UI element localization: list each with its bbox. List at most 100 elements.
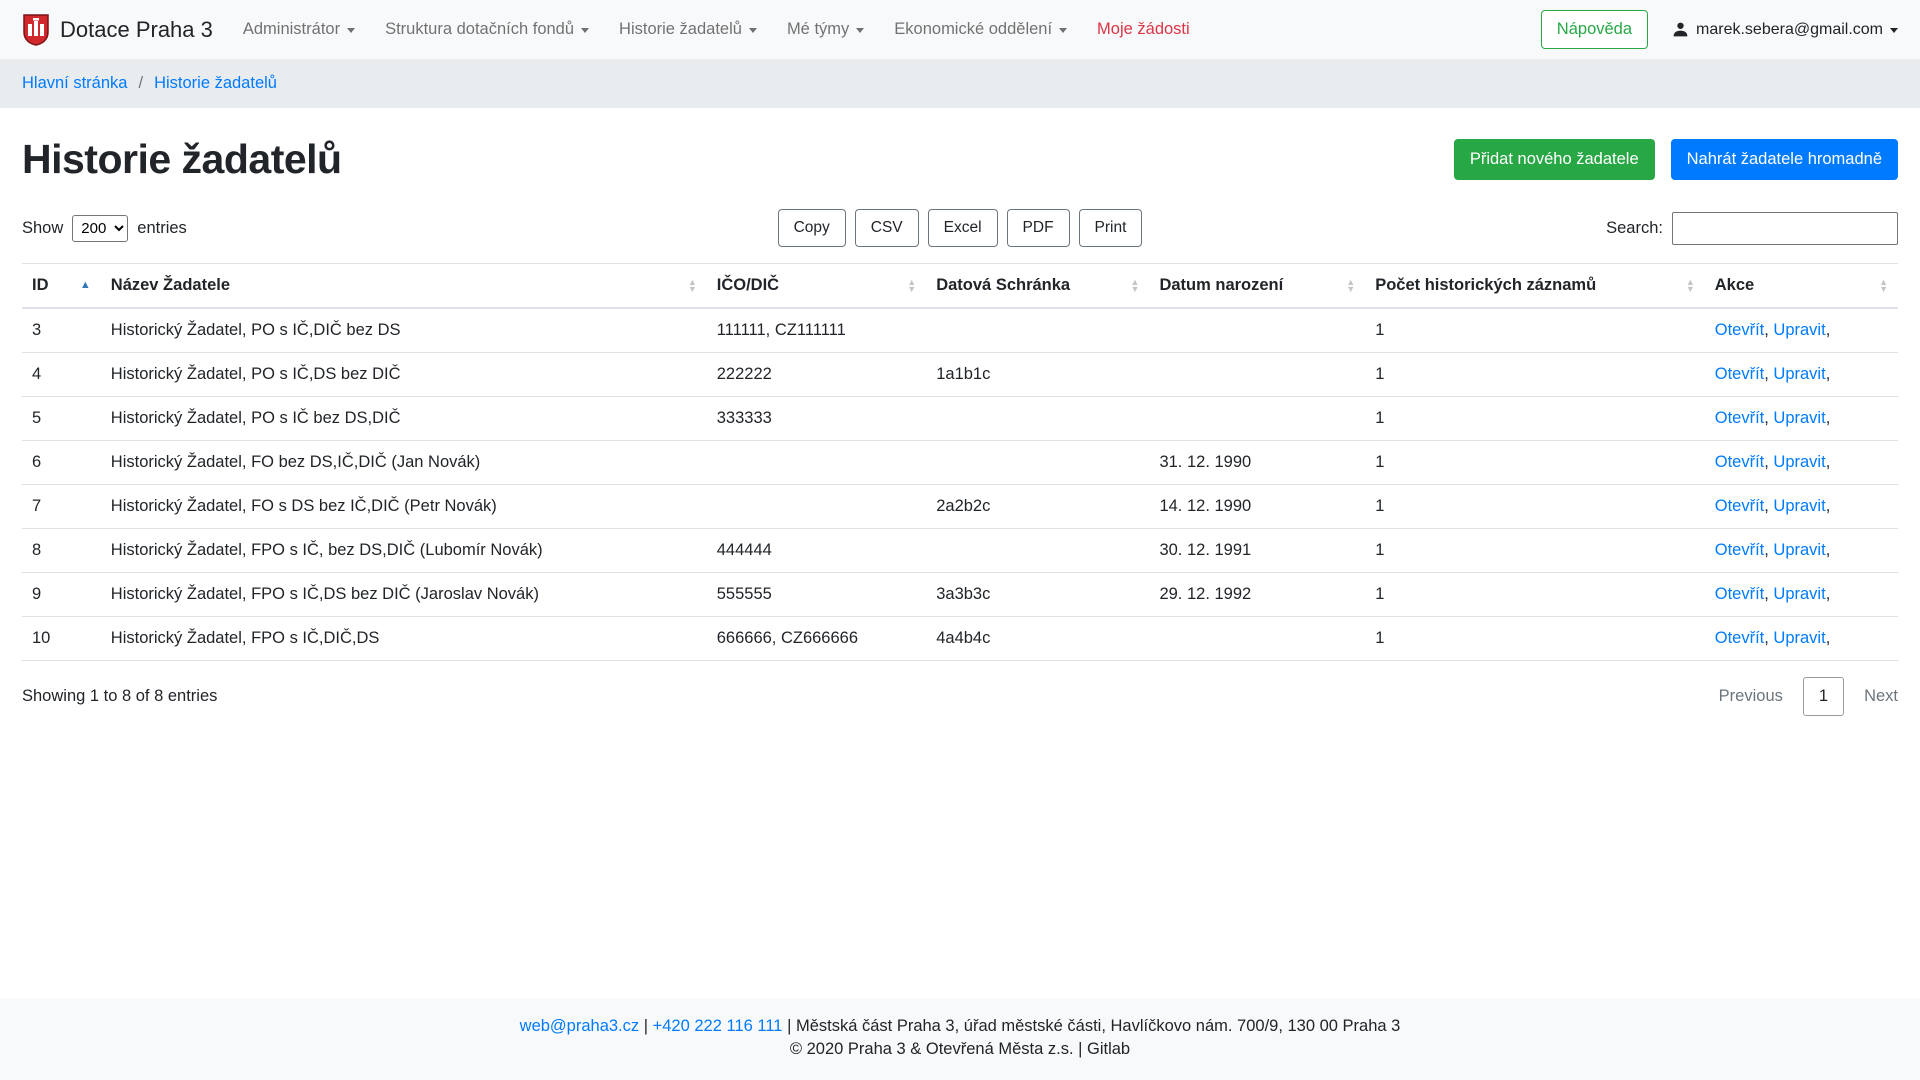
otevrit-link[interactable]: Otevřít [1715, 541, 1765, 559]
cell-id: 3 [22, 308, 101, 353]
column-label: Akce [1715, 276, 1754, 295]
excel-export-button[interactable]: Excel [928, 209, 998, 247]
cell-datova-schranka: 3a3b3c [926, 573, 1149, 617]
cell-ico-dic: 333333 [707, 397, 926, 441]
footer-email-link[interactable]: web@praha3.cz [520, 1017, 639, 1035]
pagination-previous[interactable]: Previous [1719, 687, 1783, 706]
add-applicant-button[interactable]: Přidat nového žadatele [1454, 139, 1655, 180]
print-export-button[interactable]: Print [1079, 209, 1143, 247]
column-header-nazev-zadatele[interactable]: Název Žadatele▲▼ [101, 264, 707, 309]
search-input[interactable] [1672, 212, 1898, 245]
footer-contact-line: web@praha3.cz | +420 222 116 111 | Městs… [10, 1017, 1910, 1036]
otevrit-link[interactable]: Otevřít [1715, 409, 1765, 427]
navbar: Dotace Praha 3 Administrátor Struktura do… [0, 0, 1920, 59]
upravit-link[interactable]: Upravit [1773, 585, 1825, 603]
footer-phone-link[interactable]: +420 222 116 111 [653, 1017, 783, 1035]
search-label: Search: [1606, 219, 1663, 238]
show-label: Show [22, 219, 63, 238]
sort-asc-icon: ▲ [80, 280, 91, 291]
otevrit-link[interactable]: Otevřít [1715, 321, 1765, 339]
column-header-datum-narozeni[interactable]: Datum narození▲▼ [1149, 264, 1365, 309]
otevrit-link[interactable]: Otevřít [1715, 453, 1765, 471]
cell-datova-schranka: 1a1b1c [926, 353, 1149, 397]
cell-datum-narozeni [1149, 308, 1365, 353]
cell-datum-narozeni: 29. 12. 1992 [1149, 573, 1365, 617]
cell-ico-dic: 111111, CZ111111 [707, 308, 926, 353]
cell-datova-schranka [926, 529, 1149, 573]
cell-akce: Otevřít, Upravit, [1705, 485, 1898, 529]
table-row: 9Historický Žadatel, FPO s IČ,DS bez DIČ… [22, 573, 1898, 617]
page-length-select[interactable]: 200 [72, 215, 128, 242]
copy-export-button[interactable]: Copy [778, 209, 846, 247]
breadcrumb-separator: / [138, 74, 143, 93]
user-menu[interactable]: marek.sebera@gmail.com [1672, 21, 1898, 39]
help-button[interactable]: Nápověda [1541, 10, 1648, 49]
user-email: marek.sebera@gmail.com [1696, 21, 1883, 39]
column-header-id[interactable]: ID▲ [22, 264, 101, 309]
cell-id: 6 [22, 441, 101, 485]
cell-akce: Otevřít, Upravit, [1705, 353, 1898, 397]
cell-datova-schranka [926, 441, 1149, 485]
otevrit-link[interactable]: Otevřít [1715, 629, 1765, 647]
column-header-akce[interactable]: Akce▲▼ [1705, 264, 1898, 309]
upravit-link[interactable]: Upravit [1773, 497, 1825, 515]
cell-ico-dic [707, 441, 926, 485]
otevrit-link[interactable]: Otevřít [1715, 497, 1765, 515]
footer-copyright: © 2020 Praha 3 & Otevřená Města z.s. | [790, 1040, 1083, 1058]
cell-datova-schranka: 4a4b4c [926, 617, 1149, 661]
nav-item-moje-zadosti[interactable]: Moje žádosti [1097, 20, 1190, 39]
nav-item-ekonomicke-oddeleni[interactable]: Ekonomické oddělení [894, 20, 1067, 39]
upravit-link[interactable]: Upravit [1773, 321, 1825, 339]
upravit-link[interactable]: Upravit [1773, 365, 1825, 383]
cell-pocet-zaznamu: 1 [1365, 485, 1705, 529]
column-header-pocet-historickych-zaznamu[interactable]: Počet historických záznamů▲▼ [1365, 264, 1705, 309]
nav-item-historie-zadatelu[interactable]: Historie žadatelů [619, 20, 757, 39]
cell-nazev-zadatele: Historický Žadatel, FPO s IČ,DS bez DIČ … [101, 573, 707, 617]
search-control: Search: [1142, 212, 1898, 245]
upravit-link[interactable]: Upravit [1773, 541, 1825, 559]
praha3-logo-icon [22, 14, 50, 46]
cell-id: 10 [22, 617, 101, 661]
nav-item-struktura-dotacnich-fondu[interactable]: Struktura dotačních fondů [385, 20, 589, 39]
cell-ico-dic: 444444 [707, 529, 926, 573]
cell-datova-schranka [926, 397, 1149, 441]
otevrit-link[interactable]: Otevřít [1715, 585, 1765, 603]
column-header-datova-schranka[interactable]: Datová Schránka▲▼ [926, 264, 1149, 309]
otevrit-link[interactable]: Otevřít [1715, 365, 1765, 383]
cell-ico-dic: 555555 [707, 573, 926, 617]
upravit-link[interactable]: Upravit [1773, 409, 1825, 427]
cell-id: 9 [22, 573, 101, 617]
page-footer: web@praha3.cz | +420 222 116 111 | Městs… [0, 998, 1920, 1080]
cell-akce: Otevřít, Upravit, [1705, 529, 1898, 573]
page: Dotace Praha 3 Administrátor Struktura do… [0, 0, 1920, 1080]
user-icon [1672, 21, 1689, 38]
cell-nazev-zadatele: Historický Žadatel, PO s IČ bez DS,DIČ [101, 397, 707, 441]
breadcrumb-home-link[interactable]: Hlavní stránka [22, 74, 127, 93]
cell-nazev-zadatele: Historický Žadatel, FO bez DS,IČ,DIČ (Ja… [101, 441, 707, 485]
cell-id: 4 [22, 353, 101, 397]
cell-pocet-zaznamu: 1 [1365, 397, 1705, 441]
brand[interactable]: Dotace Praha 3 [22, 14, 213, 46]
nav-item-me-tymy[interactable]: Mé týmy [787, 20, 864, 39]
cell-nazev-zadatele: Historický Žadatel, PO s IČ,DIČ bez DS [101, 308, 707, 353]
pdf-export-button[interactable]: PDF [1007, 209, 1070, 247]
bulk-upload-button[interactable]: Nahrát žadatele hromadně [1671, 139, 1898, 180]
table-row: 4Historický Žadatel, PO s IČ,DS bez DIČ2… [22, 353, 1898, 397]
sort-icon: ▲▼ [688, 279, 697, 293]
csv-export-button[interactable]: CSV [855, 209, 919, 247]
cell-pocet-zaznamu: 1 [1365, 441, 1705, 485]
pagination-page-1[interactable]: 1 [1803, 677, 1844, 716]
cell-nazev-zadatele: Historický Žadatel, FO s DS bez IČ,DIČ (… [101, 485, 707, 529]
footer-separator: | [787, 1017, 791, 1035]
pagination-next[interactable]: Next [1864, 687, 1898, 706]
table-row: 10Historický Žadatel, FPO s IČ,DIČ,DS666… [22, 617, 1898, 661]
cell-datum-narozeni [1149, 617, 1365, 661]
column-label: IČO/DIČ [717, 276, 779, 295]
upravit-link[interactable]: Upravit [1773, 629, 1825, 647]
upravit-link[interactable]: Upravit [1773, 453, 1825, 471]
table-row: 8Historický Žadatel, FPO s IČ, bez DS,DI… [22, 529, 1898, 573]
breadcrumb-current-link[interactable]: Historie žadatelů [154, 74, 277, 93]
column-header-ico-dic[interactable]: IČO/DIČ▲▼ [707, 264, 926, 309]
nav-item-administrator[interactable]: Administrátor [243, 20, 355, 39]
footer-gitlab-link[interactable]: Gitlab [1087, 1040, 1130, 1058]
